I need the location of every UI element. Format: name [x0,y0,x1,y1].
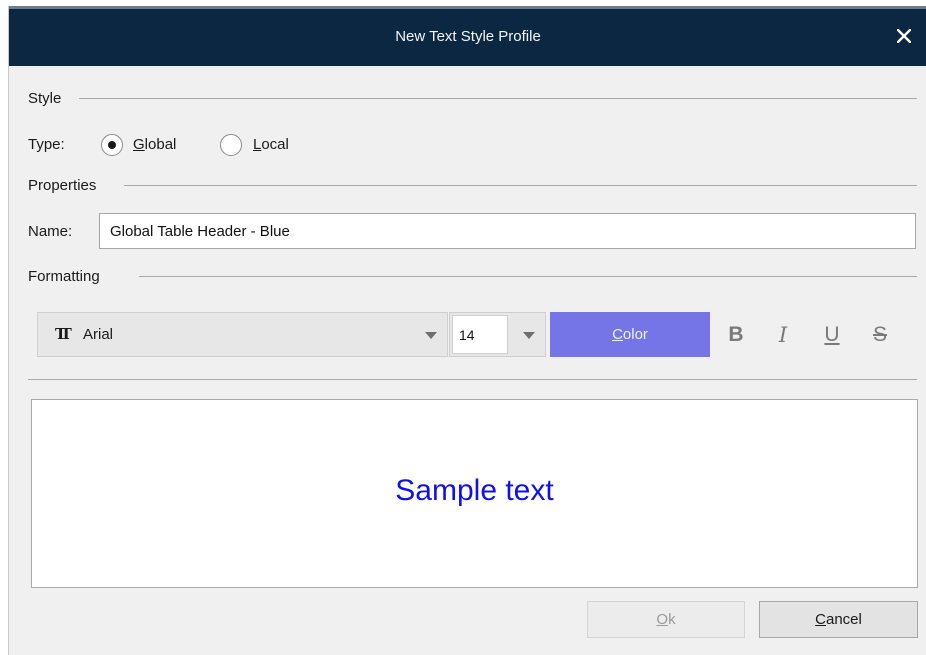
access-key: C [815,611,826,628]
close-icon [897,29,911,43]
close-button[interactable] [889,21,919,51]
font-family-dropdown[interactable]: TT Arial [37,312,448,357]
type-label: Type: [28,136,65,153]
chevron-down-icon [523,332,535,339]
italic-button[interactable]: I [767,319,799,351]
ok-button[interactable]: Ok [587,601,745,638]
local-radio-label[interactable]: Local [253,136,289,153]
label-text: ancel [825,611,862,628]
style-separator [79,98,917,99]
local-radio[interactable] [220,134,242,156]
new-text-style-profile-dialog: New Text Style Profile Style Type: Globa… [8,6,926,655]
formatting-bottom-separator [28,379,917,380]
formatting-separator [139,276,917,277]
radio-selected-dot [108,141,116,149]
label-text: ocal [261,136,289,153]
strikethrough-button[interactable]: S [864,319,896,351]
label-text: olor [622,326,648,343]
label-text: k [668,611,676,628]
dialog-title: New Text Style Profile [395,28,541,45]
global-radio[interactable] [101,134,123,156]
title-bar: New Text Style Profile [9,6,926,66]
bold-button[interactable]: B [720,319,752,351]
color-button[interactable]: Color [550,312,710,357]
preview-panel: Sample text [31,399,918,588]
font-type-icon: TT [55,325,72,343]
properties-separator [124,185,917,186]
cancel-button[interactable]: Cancel [759,601,918,638]
style-section-label: Style [28,90,70,107]
global-radio-label[interactable]: Global [133,136,176,153]
access-key: G [133,136,145,153]
label-text: lobal [144,136,177,153]
properties-section-label: Properties [28,177,105,194]
sample-text: Sample text [395,474,554,507]
font-size-dropdown[interactable]: 14 [449,312,546,357]
font-size-value[interactable]: 14 [452,315,508,354]
name-input[interactable] [99,213,916,249]
font-family-value: Arial [83,326,114,343]
name-label: Name: [28,223,73,240]
access-key: C [612,326,623,343]
formatting-section-label: Formatting [28,268,108,285]
underline-button[interactable]: U [816,319,848,351]
access-key: O [656,611,669,628]
chevron-down-icon [425,332,437,339]
